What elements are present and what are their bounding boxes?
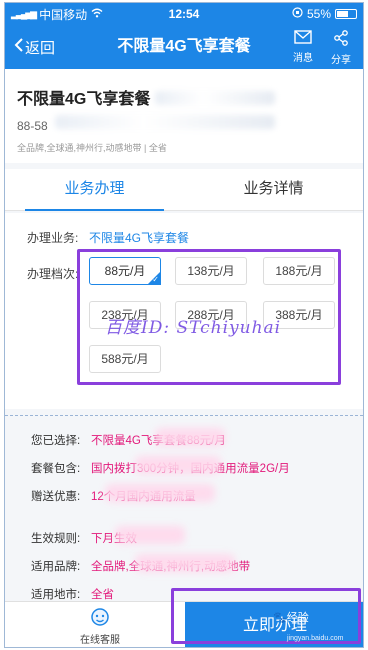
customer-service-icon: [89, 606, 111, 631]
tier-option-label: 388元/月: [275, 308, 323, 322]
form-area: 办理业务: 不限量4G飞享套餐 办理档次: 88元/月 ✓ 138元/月 188…: [5, 213, 363, 409]
bottom-action-bar: 在线客服 立即办理: [5, 601, 363, 647]
tier-option[interactable]: 88元/月 ✓: [89, 257, 161, 285]
status-left: ▂▃▄▅▆ 中国移动: [11, 6, 131, 23]
summary-label: 适用地市:: [31, 589, 81, 601]
tier-option[interactable]: 238元/月: [89, 301, 161, 329]
back-button[interactable]: 返回: [13, 25, 55, 69]
tier-option[interactable]: 188元/月: [263, 257, 335, 285]
blurred-region: [115, 526, 185, 544]
mail-icon: [294, 30, 312, 49]
summary-label: 您已选择:: [31, 435, 81, 447]
apply-now-button[interactable]: 立即办理: [185, 602, 363, 647]
summary-value: 全省: [91, 589, 114, 601]
check-icon: ✓: [152, 275, 159, 284]
summary-label: 赠送优惠:: [31, 491, 81, 503]
tier-option-label: 138元/月: [187, 264, 235, 278]
selection-summary: 您已选择: 不限量4G飞享套餐88元/月 套餐包含: 国内拨打300分钟，国内通…: [5, 415, 363, 601]
signal-icon: ▂▃▄▅▆: [11, 8, 37, 19]
status-right: 55%: [237, 7, 357, 21]
blurred-region: [155, 91, 275, 105]
business-label: 办理业务:: [27, 231, 79, 245]
tab-business-details[interactable]: 业务详情: [184, 169, 363, 210]
status-bar: ▂▃▄▅▆ 中国移动 12:54 55%: [5, 3, 363, 25]
summary-label: 套餐包含:: [31, 463, 81, 475]
blurred-region: [55, 115, 275, 129]
tier-option-label: 588元/月: [101, 352, 149, 366]
blurred-region: [135, 456, 221, 474]
chevron-left-icon: [13, 37, 25, 57]
tier-option-label: 238元/月: [101, 308, 149, 322]
nav-bar: 返回 不限量4G飞享套餐 消息 分享: [5, 25, 363, 69]
share-icon: [333, 30, 349, 51]
tier-option[interactable]: 288元/月: [175, 301, 247, 329]
status-time: 12:54: [168, 7, 200, 21]
summary-label: 生效规则:: [31, 533, 81, 545]
message-label: 消息: [293, 53, 313, 64]
online-service-label: 在线客服: [80, 635, 120, 646]
tier-option-label: 88元/月: [104, 264, 146, 278]
carrier-label: 中国移动: [39, 7, 88, 22]
tab-business-handling[interactable]: 业务办理: [5, 169, 184, 211]
business-value: 不限量4G飞享套餐: [89, 231, 190, 245]
tier-option[interactable]: 588元/月: [89, 345, 161, 373]
blurred-region: [135, 554, 235, 572]
tier-option-label: 288元/月: [187, 308, 235, 322]
message-button[interactable]: 消息: [287, 30, 319, 66]
summary-label: 适用品牌:: [31, 561, 81, 573]
tier-option-label: 188元/月: [275, 264, 323, 278]
tier-option[interactable]: 388元/月: [263, 301, 335, 329]
share-button[interactable]: 分享: [325, 30, 357, 66]
blurred-region: [105, 484, 215, 502]
battery-icon: [335, 9, 357, 19]
wifi-icon: [91, 7, 103, 21]
tab-bar: 业务办理 业务详情: [5, 169, 363, 211]
apply-now-label: 立即办理: [242, 617, 307, 634]
tier-label: 办理档次:: [27, 267, 79, 281]
online-service-button[interactable]: 在线客服: [65, 606, 135, 647]
tier-option[interactable]: 138元/月: [175, 257, 247, 285]
product-meta: 全品牌,全球通,神州行,动感地带 | 全省: [17, 143, 167, 153]
rotation-lock-icon: [292, 7, 303, 21]
app-frame: ▂▃▄▅▆ 中国移动 12:54 55% 返回 不限量4G飞享套餐 消息 分享 …: [4, 2, 364, 648]
blurred-region: [155, 428, 225, 446]
share-label: 分享: [331, 55, 351, 66]
battery-percent: 55%: [306, 7, 331, 21]
back-label: 返回: [25, 39, 56, 57]
